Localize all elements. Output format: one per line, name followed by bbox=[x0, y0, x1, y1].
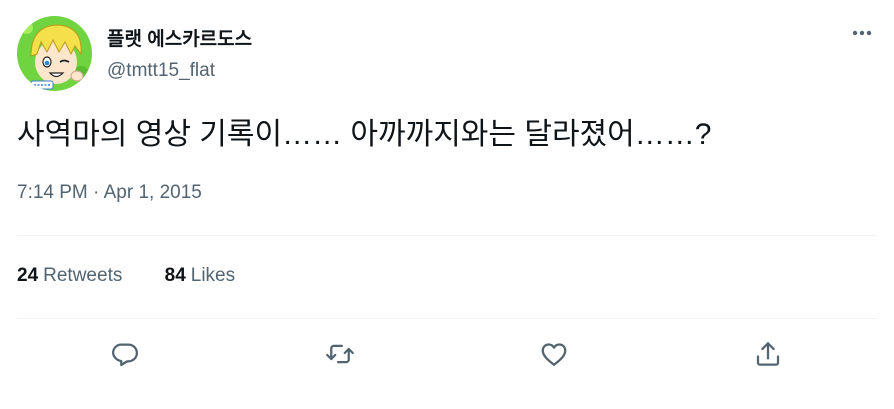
avatar-image bbox=[17, 16, 92, 91]
tweet-timestamp[interactable]: 7:14 PM · Apr 1, 2015 bbox=[17, 182, 202, 204]
reply-button[interactable] bbox=[107, 336, 143, 372]
like-button[interactable] bbox=[536, 336, 572, 372]
share-upload-icon bbox=[756, 342, 780, 366]
engagement-stats: 24 Retweets 84 Likes bbox=[17, 265, 235, 287]
more-horizontal-icon bbox=[852, 30, 872, 36]
share-button[interactable] bbox=[750, 336, 786, 372]
more-options-button[interactable] bbox=[847, 22, 877, 44]
tweet-text: 사역마의 영상 기록이…… 아까까지와는 달라졌어……? bbox=[17, 118, 712, 151]
divider-top bbox=[17, 235, 877, 236]
likes-stat[interactable]: 84 Likes bbox=[165, 265, 236, 287]
heart-icon bbox=[541, 343, 567, 366]
retweets-count: 24 bbox=[17, 265, 39, 286]
user-handle[interactable]: @tmtt15_flat bbox=[107, 60, 215, 82]
display-name[interactable]: 플랫 에스카르도스 bbox=[107, 24, 252, 51]
retweets-stat[interactable]: 24 Retweets bbox=[17, 265, 122, 287]
retweet-arrows-icon bbox=[326, 344, 354, 364]
retweets-label: Retweets bbox=[43, 265, 123, 286]
retweet-button[interactable] bbox=[322, 336, 358, 372]
reply-bubble-icon bbox=[112, 343, 138, 367]
likes-label: Likes bbox=[190, 265, 236, 286]
likes-count: 84 bbox=[164, 265, 186, 286]
divider-bottom bbox=[17, 318, 877, 319]
avatar[interactable] bbox=[17, 16, 92, 91]
